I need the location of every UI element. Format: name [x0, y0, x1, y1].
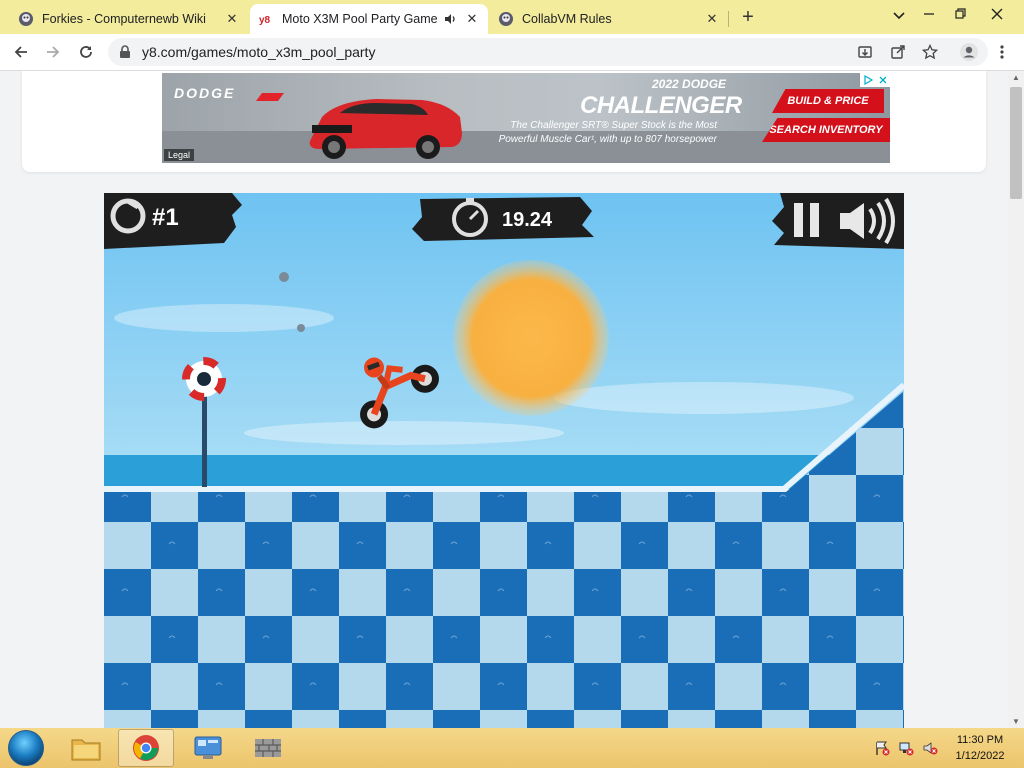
tab-title: Moto X3M Pool Party Game	[282, 12, 438, 26]
page-viewport: DODGE 2022 DODGE CHALLENGER The Challeng…	[0, 71, 1008, 728]
build-and-price-button[interactable]: BUILD & PRICE	[772, 89, 884, 113]
chrome-taskbar-icon[interactable]	[118, 729, 174, 767]
forward-arrow-icon[interactable]	[41, 40, 65, 64]
y8-favicon-text: y8	[259, 15, 271, 26]
rank-value: #1	[152, 204, 179, 231]
restore-window-icon[interactable]	[948, 4, 974, 26]
tab-forkies[interactable]: Forkies - Computernewb Wiki ✕	[10, 4, 248, 34]
start-button-orb-icon[interactable]	[8, 730, 44, 766]
tab-moto-x3m[interactable]: y8 Moto X3M Pool Party Game ✕	[250, 4, 488, 34]
volume-muted-icon[interactable]	[922, 740, 938, 756]
dodge-banner-ad[interactable]: DODGE 2022 DODGE CHALLENGER The Challeng…	[162, 73, 890, 163]
back-arrow-icon[interactable]	[9, 40, 33, 64]
speaker-audio-icon[interactable]	[442, 11, 458, 27]
new-tab-plus-icon[interactable]: +	[737, 6, 759, 28]
close-tab-icon[interactable]: ✕	[704, 11, 720, 27]
game-canvas[interactable]: #1 19.24	[104, 193, 904, 728]
search-inventory-button[interactable]: SEARCH INVENTORY	[762, 118, 890, 142]
browser-toolbar: y8.com/games/moto_x3m_pool_party	[0, 34, 1024, 71]
action-center-flag-icon[interactable]	[874, 740, 890, 756]
collabvm-favicon-icon	[498, 11, 514, 27]
tab-search-chevron-down-icon[interactable]	[886, 4, 912, 26]
firewall-icon[interactable]	[240, 729, 296, 767]
hud-timer-panel: 19.24	[412, 197, 594, 241]
network-icon[interactable]	[898, 740, 914, 756]
file-explorer-icon[interactable]	[58, 729, 114, 767]
ad-card: DODGE 2022 DODGE CHALLENGER The Challeng…	[22, 71, 986, 172]
share-icon[interactable]	[889, 43, 907, 61]
menu-kebab-icon[interactable]	[990, 40, 1014, 64]
hud-rank-panel: #1	[104, 193, 242, 249]
adchoices-icon[interactable]	[860, 73, 890, 87]
y8-favicon-icon: y8	[258, 11, 274, 27]
collabvm-favicon-icon	[18, 11, 34, 27]
bookmark-star-icon[interactable]	[921, 43, 939, 61]
pool-water	[104, 455, 904, 489]
tab-divider	[728, 11, 729, 27]
ad-brand-logo: DODGE	[174, 85, 236, 101]
tab-strip: Forkies - Computernewb Wiki ✕ y8 Moto X3…	[0, 0, 1024, 34]
clock-date: 1/12/2022	[955, 750, 1005, 762]
close-tab-icon[interactable]: ✕	[224, 11, 240, 27]
ad-tagline: The Challenger SRT® Super Stock is the M…	[498, 120, 717, 145]
scroll-up-arrow-icon[interactable]: ▲	[1011, 73, 1021, 82]
ad-model-title: CHALLENGER	[580, 92, 742, 119]
page-scrollbar[interactable]: ▲ ▼	[1008, 71, 1024, 728]
scroll-down-arrow-icon[interactable]: ▼	[1011, 717, 1021, 726]
minimize-icon[interactable]	[916, 4, 942, 26]
sun	[453, 260, 609, 416]
lock-icon[interactable]	[119, 45, 131, 64]
control-panel-icon[interactable]	[180, 729, 236, 767]
taskbar: 11:30 PM 1/12/2022	[0, 728, 1024, 768]
close-window-icon[interactable]	[984, 4, 1010, 26]
ad-legal-link[interactable]: Legal	[164, 149, 195, 161]
close-tab-icon[interactable]: ✕	[464, 11, 480, 27]
timer-value: 19.24	[502, 209, 553, 231]
ad-year: 2022 DODGE	[652, 77, 727, 91]
system-clock[interactable]: 11:30 PM 1/12/2022	[948, 732, 1012, 764]
clock-time: 11:30 PM	[956, 734, 1004, 746]
tab-collabvm-rules[interactable]: CollabVM Rules ✕	[490, 4, 728, 34]
tab-title: Forkies - Computernewb Wiki	[42, 12, 206, 26]
tab-title: CollabVM Rules	[522, 12, 612, 26]
scrollbar-thumb[interactable]	[1010, 87, 1022, 199]
debris	[279, 272, 289, 282]
install-app-icon[interactable]	[856, 43, 874, 61]
reload-icon[interactable]	[74, 40, 98, 64]
url-text[interactable]: y8.com/games/moto_x3m_pool_party	[142, 44, 375, 60]
profile-avatar-icon[interactable]	[957, 40, 981, 64]
debris	[297, 324, 305, 332]
address-bar[interactable]: y8.com/games/moto_x3m_pool_party	[108, 38, 988, 66]
